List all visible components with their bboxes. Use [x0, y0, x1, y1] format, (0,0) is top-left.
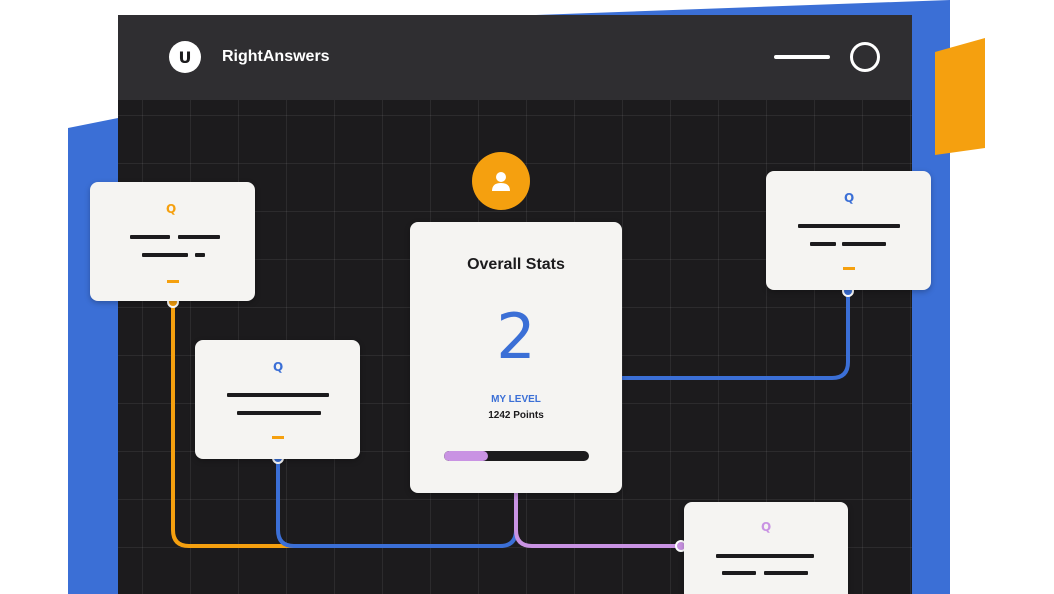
text-placeholder-line [716, 554, 814, 558]
text-placeholder-line [227, 393, 329, 397]
level-number: 2 [496, 300, 536, 373]
stats-title: Overall Stats [467, 256, 565, 273]
connector-line-blue [620, 291, 850, 380]
text-placeholder-line [798, 224, 900, 228]
level-label: MY LEVEL [491, 394, 541, 405]
text-placeholder-line [142, 253, 188, 257]
question-card[interactable]: Q [766, 171, 931, 290]
text-placeholder-line [764, 571, 808, 575]
accent-dash [167, 280, 179, 283]
text-placeholder-line [842, 242, 886, 246]
text-placeholder-line [178, 235, 220, 239]
text-placeholder-line [810, 242, 836, 246]
question-icon: Q [761, 520, 772, 534]
question-icon: Q [166, 202, 177, 216]
progress-fill [444, 451, 488, 461]
points-value: 1242 Points [488, 410, 544, 421]
overall-stats-card[interactable]: Overall Stats 2 MY LEVEL 1242 Points [410, 222, 622, 493]
question-icon: Q [273, 360, 284, 374]
question-card[interactable]: Q [90, 182, 255, 301]
text-placeholder-line [722, 571, 756, 575]
user-avatar[interactable] [472, 152, 530, 210]
user-icon [492, 172, 510, 191]
question-card[interactable]: Q [195, 340, 360, 459]
progress-bar [444, 451, 589, 461]
connector-line-purple [514, 493, 681, 548]
question-icon: Q [844, 191, 855, 205]
text-placeholder-line [195, 253, 205, 257]
text-placeholder-line [130, 235, 170, 239]
accent-dash [843, 267, 855, 270]
question-card[interactable]: Q [684, 502, 848, 594]
accent-dash [272, 436, 284, 439]
text-placeholder-line [237, 411, 321, 415]
